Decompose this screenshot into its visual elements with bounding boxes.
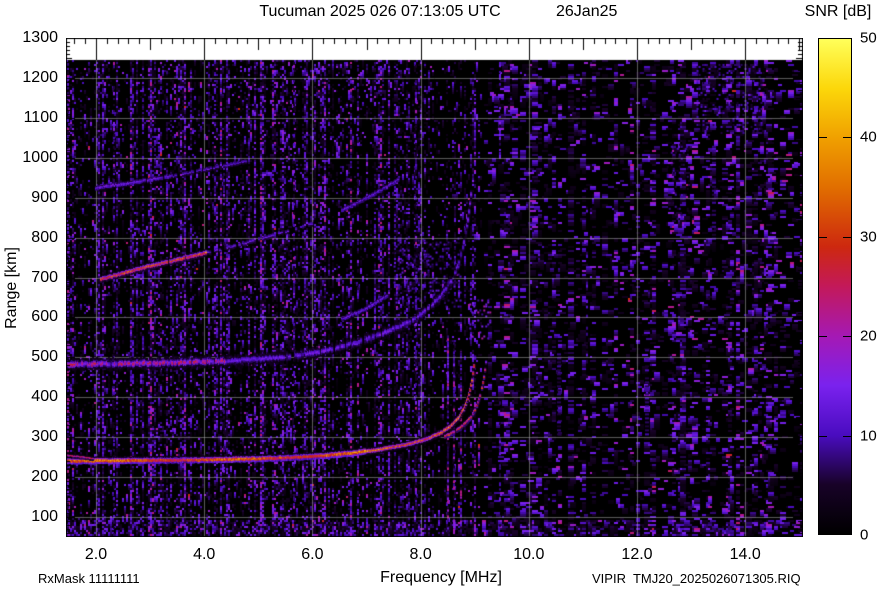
file-reference-text: VIPIR TMJ20_2025026071305.RIQ	[592, 571, 801, 586]
colorbar-tick-label: 10	[860, 427, 877, 445]
colorbar-tick-mark	[843, 336, 851, 337]
y-tick-label: 1000	[22, 148, 58, 166]
colorbar-tick-mark	[843, 436, 851, 437]
ionogram-heatmap	[66, 38, 803, 537]
y-tick-label: 300	[31, 428, 58, 446]
colorbar-tick-mark	[819, 137, 827, 138]
rx-mask-text: RxMask 11111111	[38, 571, 140, 586]
colorbar-tick-label: 50	[860, 29, 877, 47]
y-tick-label: 200	[31, 468, 58, 486]
x-tick-label: 10.0	[513, 546, 545, 563]
x-tick-label: 8.0	[409, 546, 432, 563]
x-tick-label: 2.0	[84, 546, 108, 563]
page-title: Tucuman 2025 026 07:13:05 UTC	[259, 3, 501, 20]
colorbar-tick-mark	[819, 336, 827, 337]
colorbar-tick-label: 30	[860, 228, 877, 246]
y-tick-label: 1300	[22, 29, 58, 46]
y-tick-label: 100	[31, 508, 58, 526]
y-tick-label: 800	[31, 228, 58, 246]
x-tick-label: 4.0	[193, 546, 216, 563]
y-tick-label: 1100	[23, 108, 58, 126]
y-tick-label: 1200	[22, 68, 58, 86]
y-tick-label: 700	[31, 268, 58, 286]
colorbar-gradient	[818, 38, 852, 535]
x-tick-label: 6.0	[301, 546, 324, 563]
colorbar-tick-label: 0	[860, 526, 869, 544]
plot-date: 26Jan25	[556, 3, 618, 20]
colorbar-tick-label: 40	[860, 128, 877, 146]
y-tick-label: 400	[31, 388, 58, 406]
colorbar-tick-mark	[843, 237, 851, 238]
colorbar-tick-mark	[819, 237, 827, 238]
colorbar-tick-mark	[843, 137, 851, 138]
y-tick-label: 600	[31, 308, 58, 326]
y-tick-label: 500	[31, 348, 58, 366]
x-tick-label: 14.0	[729, 546, 761, 563]
colorbar-title: SNR [dB]	[804, 3, 872, 20]
x-tick-label: 12.0	[621, 546, 653, 563]
x-axis-label: Frequency [MHz]	[380, 569, 502, 586]
colorbar-tick-mark	[819, 436, 827, 437]
colorbar-tick-label: 20	[860, 327, 877, 345]
y-tick-label: 900	[31, 188, 58, 206]
ionogram-app: Tucuman 2025 026 07:13:05 UTC 26Jan25 SN…	[0, 0, 884, 595]
